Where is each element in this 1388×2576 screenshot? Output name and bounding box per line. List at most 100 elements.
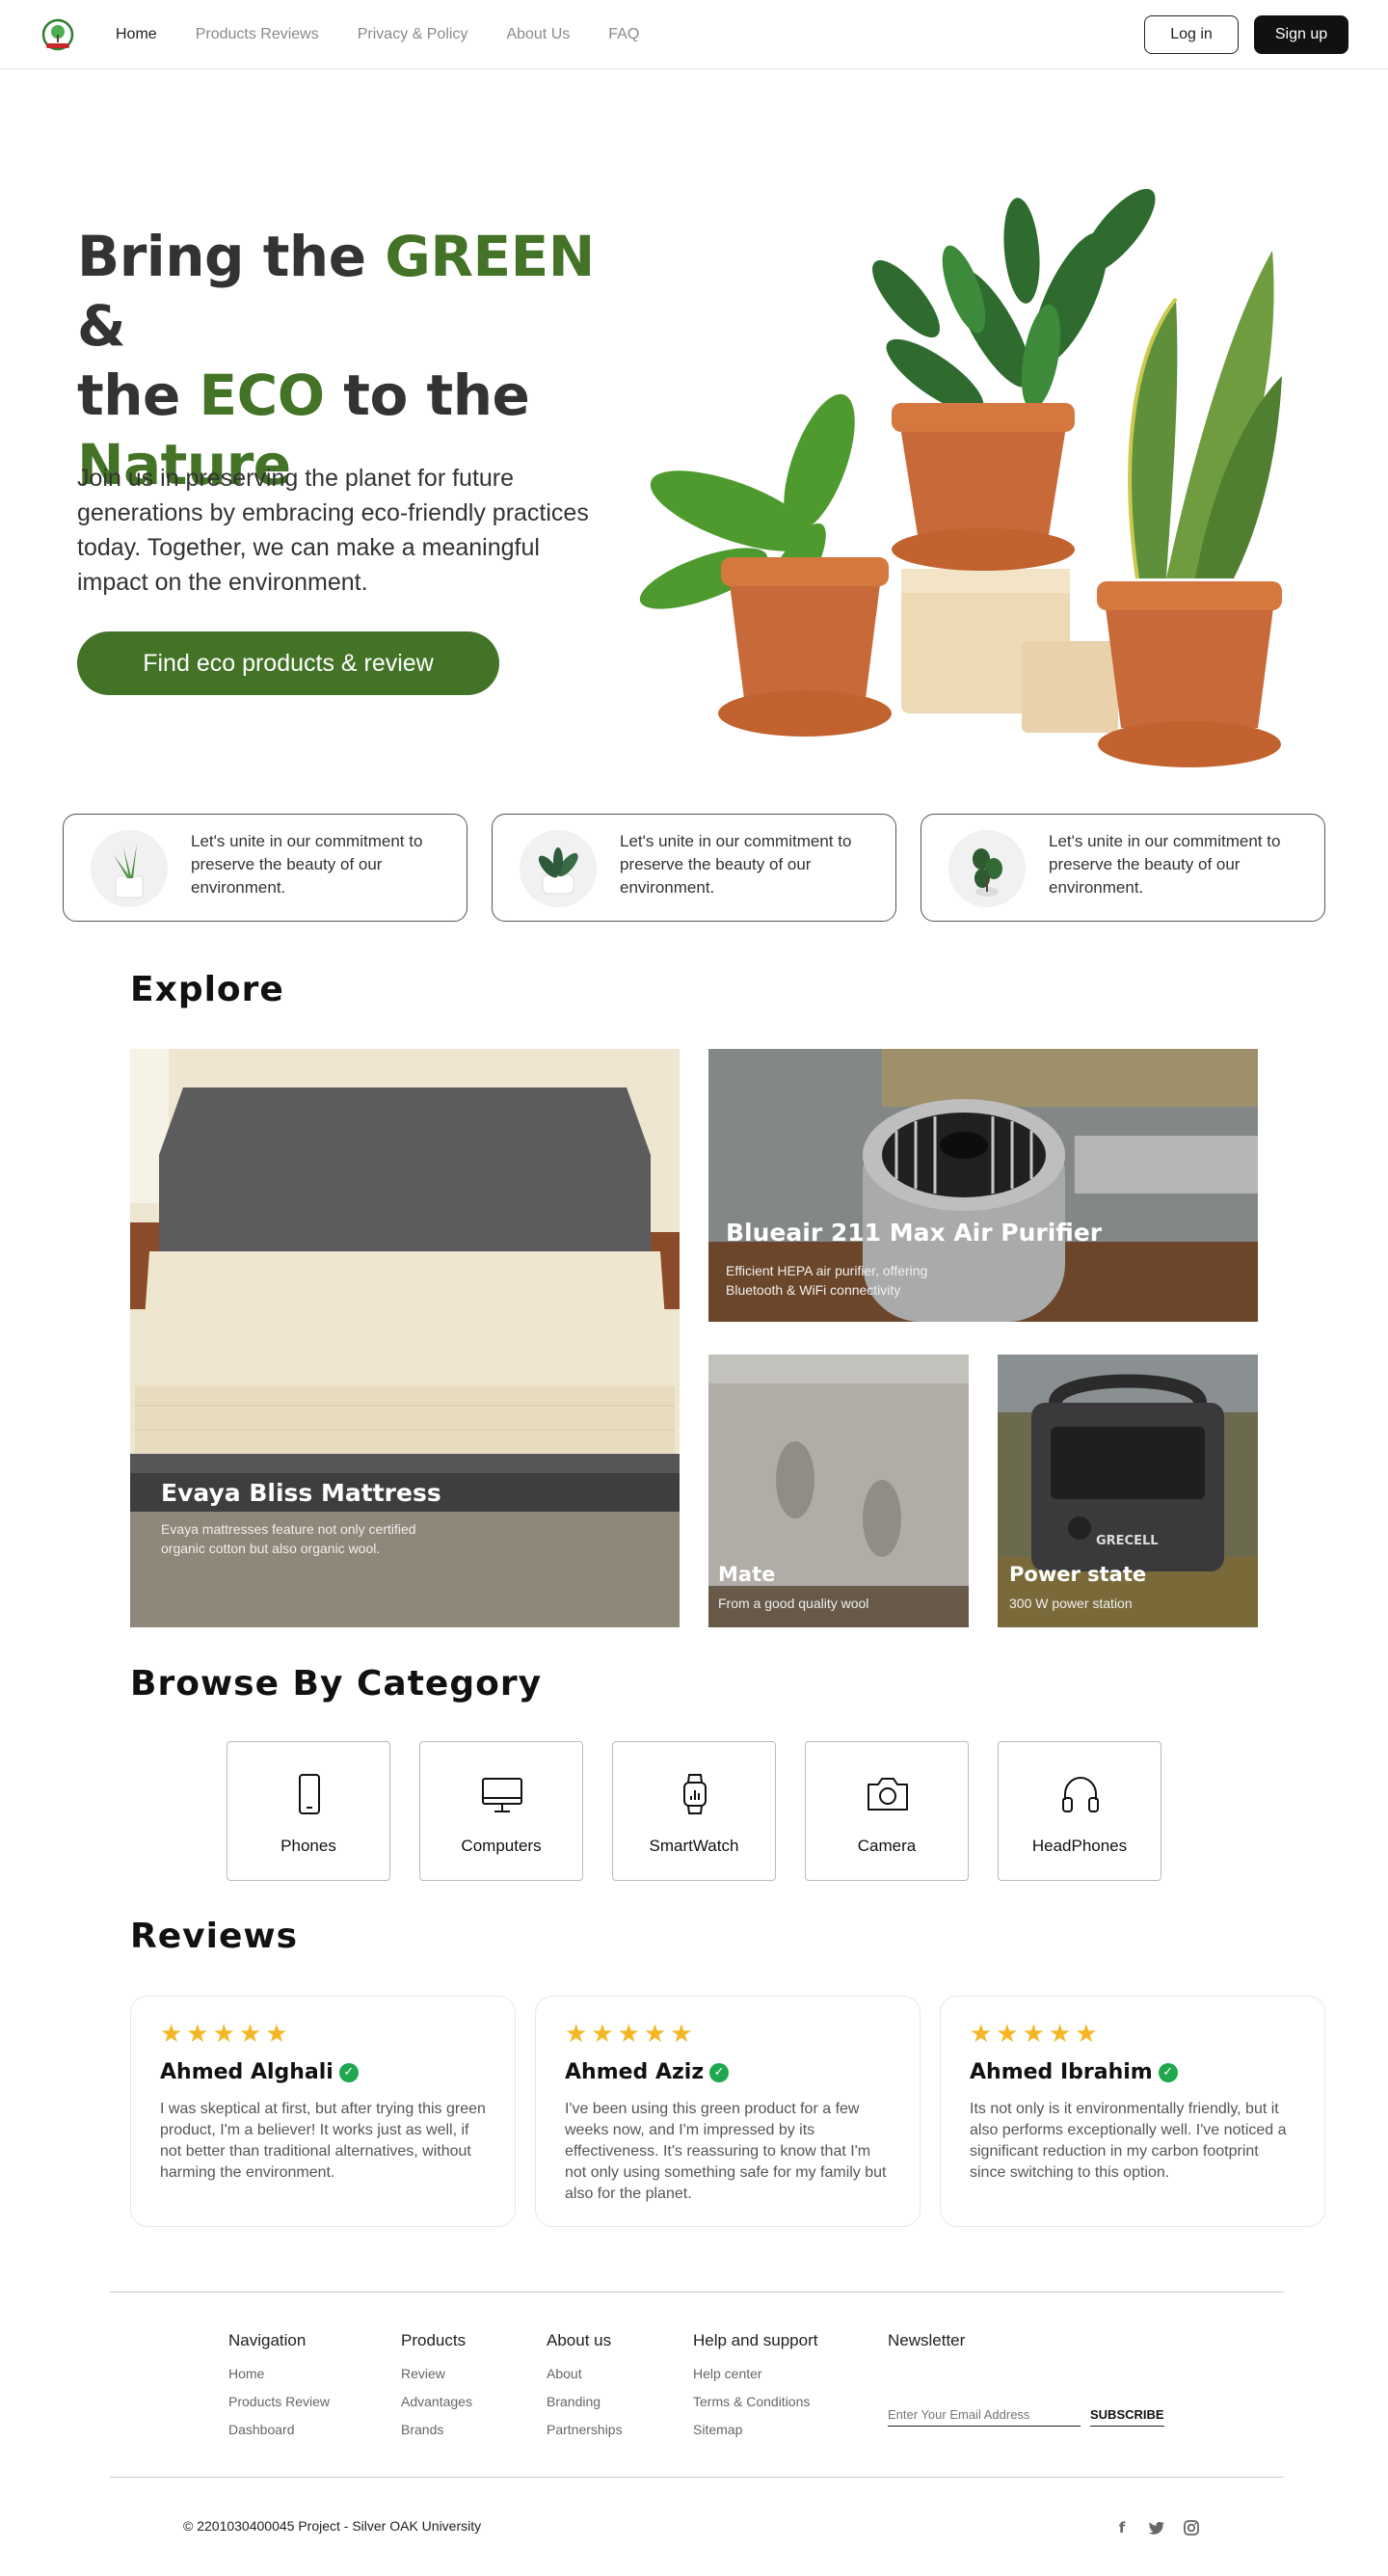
- explore-card-title: Mate: [718, 1563, 776, 1586]
- feature-text: Let's unite in our commitment to preserv…: [620, 832, 852, 897]
- explore-card-air-purifier[interactable]: Blueair 211 Max Air Purifier Efficient H…: [708, 1049, 1258, 1322]
- footer-link-advantages[interactable]: Advantages: [401, 2388, 472, 2416]
- footer-link-terms[interactable]: Terms & Conditions: [693, 2388, 817, 2416]
- footer-divider: [110, 2477, 1284, 2478]
- category-headphones[interactable]: HeadPhones: [998, 1741, 1161, 1881]
- footer-link-home[interactable]: Home: [228, 2360, 330, 2388]
- footer-link-help-center[interactable]: Help center: [693, 2360, 817, 2388]
- nav-privacy-policy[interactable]: Privacy & Policy: [358, 26, 468, 43]
- footer-link-review[interactable]: Review: [401, 2360, 472, 2388]
- footer-link-sitemap[interactable]: Sitemap: [693, 2416, 817, 2444]
- phone-icon: [299, 1774, 320, 1814]
- category-phones[interactable]: Phones: [227, 1741, 390, 1881]
- nav-about-us[interactable]: About Us: [506, 26, 570, 43]
- footer-link-products-review[interactable]: Products Review: [228, 2388, 330, 2416]
- computer-icon: [482, 1778, 522, 1812]
- explore-card-title: Evaya Bliss Mattress: [161, 1479, 441, 1507]
- review-card: ★★★★★ Ahmed Ibrahim ✓ Its not only is it …: [940, 1996, 1325, 2227]
- mat-image: [708, 1355, 969, 1627]
- feature-text: Let's unite in our commitment to preserv…: [191, 832, 423, 897]
- review-text: Its not only is it environmentally frien…: [970, 2101, 1287, 2181]
- review-text: I've been using this green product for a…: [565, 2101, 887, 2202]
- nav-home[interactable]: Home: [116, 26, 157, 43]
- category-label: Computers: [461, 1837, 542, 1855]
- explore-title: Explore: [130, 970, 284, 1009]
- footer-link-about[interactable]: About: [547, 2360, 623, 2388]
- camera-icon: [868, 1778, 908, 1811]
- headphones-icon: [1062, 1776, 1099, 1812]
- footer-col-help: Help and support Help center Terms & Con…: [693, 2331, 817, 2444]
- instagram-icon[interactable]: [1182, 2518, 1201, 2537]
- brand-label: GRECELL: [1096, 1534, 1159, 1548]
- feature-card-3: Let's unite in our commitment to preserv…: [921, 814, 1325, 922]
- verified-check-icon: ✓: [709, 2063, 730, 2082]
- subscribe-button[interactable]: SUBSCRIBE: [1090, 2403, 1164, 2427]
- hero-description: Join us in preserving the planet for fut…: [77, 465, 589, 596]
- reviewer-name: Ahmed Alghali ✓: [160, 2060, 359, 2084]
- review-card: ★★★★★ Ahmed Alghali ✓ I was skeptical at …: [130, 1996, 516, 2227]
- category-computers[interactable]: Computers: [419, 1741, 583, 1881]
- facebook-icon[interactable]: f: [1112, 2518, 1132, 2537]
- explore-card-title: Power state: [1009, 1563, 1147, 1586]
- explore-card-desc: Evaya mattresses feature not only certif…: [161, 1521, 416, 1556]
- category-label: Camera: [857, 1837, 917, 1855]
- footer-col-newsletter: Newsletter: [888, 2331, 965, 2360]
- star-rating: ★★★★★: [565, 2020, 697, 2049]
- footer-heading: Newsletter: [888, 2331, 966, 2349]
- category-smartwatch[interactable]: SmartWatch: [612, 1741, 776, 1881]
- power-station-image: [998, 1355, 1258, 1627]
- succulent-plant-icon: [520, 830, 597, 907]
- reviews-title: Reviews: [130, 1917, 299, 1956]
- explore-card-desc: Efficient HEPA air purifier, offering Bl…: [726, 1263, 928, 1298]
- newsletter-email-input[interactable]: [888, 2403, 1081, 2427]
- review-text: I was skeptical at first, but after tryi…: [160, 2101, 486, 2181]
- explore-card-desc: From a good quality wool: [718, 1596, 869, 1611]
- feature-text: Let's unite in our commitment to preserv…: [1049, 832, 1281, 897]
- footer-heading: Help and support: [693, 2331, 818, 2349]
- hero-plants-image: [639, 188, 1282, 767]
- footer-heading: About us: [547, 2331, 612, 2349]
- explore-card-power-station[interactable]: Power state 300 W power station GRECELL: [998, 1355, 1258, 1627]
- find-eco-products-button[interactable]: Find eco products & review: [77, 631, 499, 695]
- reviewer-name: Ahmed Ibrahim ✓: [970, 2060, 1178, 2084]
- explore-card-mattress[interactable]: Evaya Bliss Mattress Evaya mattresses fe…: [130, 1049, 680, 1627]
- footer-divider: [110, 2292, 1284, 2293]
- logo-icon[interactable]: [40, 17, 75, 52]
- footer-link-brands[interactable]: Brands: [401, 2416, 472, 2444]
- signup-button[interactable]: Sign up: [1254, 15, 1348, 54]
- aloe-plant-icon: [91, 830, 168, 907]
- top-navbar: Home Products Reviews Privacy & Policy A…: [0, 0, 1388, 69]
- category-camera[interactable]: Camera: [805, 1741, 969, 1881]
- footer-link-partnerships[interactable]: Partnerships: [547, 2416, 623, 2444]
- verified-check-icon: ✓: [338, 2063, 359, 2082]
- browse-category-title: Browse By Category: [130, 1664, 543, 1704]
- copyright-text: © 2201030400045 Project - Silver OAK Uni…: [183, 2518, 482, 2534]
- footer-link-branding[interactable]: Branding: [547, 2388, 623, 2416]
- footer-col-products: Products Review Advantages Brands: [401, 2331, 472, 2444]
- twitter-icon[interactable]: [1147, 2518, 1166, 2537]
- explore-card-title: Blueair 211 Max Air Purifier: [726, 1219, 1103, 1247]
- footer-col-about: About us About Branding Partnerships: [547, 2331, 623, 2444]
- hero-title: Bring the GREEN & the ECO to the Nature: [77, 224, 595, 497]
- category-label: HeadPhones: [1031, 1837, 1128, 1855]
- login-button[interactable]: Log in: [1144, 15, 1239, 54]
- star-rating: ★★★★★: [160, 2020, 292, 2049]
- review-card: ★★★★★ Ahmed Aziz ✓ I've been using this g…: [535, 1996, 921, 2227]
- category-label: Phones: [280, 1837, 336, 1855]
- category-label: SmartWatch: [649, 1837, 739, 1855]
- reviewer-name: Ahmed Aziz ✓: [565, 2060, 730, 2084]
- nav-products-reviews[interactable]: Products Reviews: [196, 26, 319, 43]
- footer-link-dashboard[interactable]: Dashboard: [228, 2416, 330, 2444]
- feature-card-1: Let's unite in our commitment to preserv…: [63, 814, 467, 922]
- feature-card-2: Let's unite in our commitment to preserv…: [492, 814, 896, 922]
- footer-heading: Navigation: [228, 2331, 307, 2349]
- fiddle-leaf-plant-icon: [948, 830, 1026, 907]
- nav-faq[interactable]: FAQ: [608, 26, 639, 43]
- explore-card-mate[interactable]: Mate From a good quality wool: [708, 1355, 969, 1627]
- smartwatch-icon: [683, 1774, 707, 1814]
- explore-card-desc: 300 W power station: [1009, 1596, 1133, 1611]
- star-rating: ★★★★★: [970, 2020, 1102, 2049]
- verified-check-icon: ✓: [1158, 2063, 1178, 2082]
- footer-col-navigation: Navigation Home Products Review Dashboar…: [228, 2331, 330, 2444]
- footer-heading: Products: [401, 2331, 467, 2349]
